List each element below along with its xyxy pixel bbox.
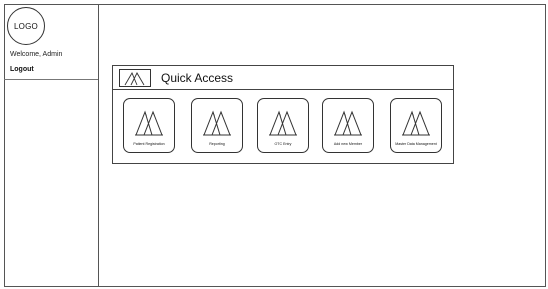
tile-add-new-member[interactable]: Add new Member — [322, 98, 374, 153]
image-placeholder-icon — [402, 110, 430, 136]
tile-label: Master Data Management — [395, 142, 437, 146]
quick-access-title: Quick Access — [161, 71, 234, 85]
tile-patient-registration[interactable]: Patient Registration — [123, 98, 175, 153]
image-placeholder-icon — [334, 110, 362, 136]
image-placeholder-icon — [135, 110, 163, 136]
logout-link[interactable]: Logout — [10, 66, 34, 73]
tile-label: Patient Registration — [133, 142, 165, 146]
logo: LOGO — [7, 7, 45, 45]
quick-access-panel: Quick Access Patient Registration Report… — [112, 65, 454, 164]
quick-access-header: Quick Access — [113, 66, 453, 90]
welcome-message: Welcome, Admin — [10, 51, 63, 58]
tile-label: Add new Member — [333, 142, 363, 146]
logo-text: LOGO — [14, 21, 38, 31]
image-placeholder-icon — [119, 69, 151, 87]
tile-reporting[interactable]: Reporting — [191, 98, 243, 153]
image-placeholder-icon — [203, 110, 231, 136]
image-placeholder-icon — [269, 110, 297, 136]
sidebar: LOGO Welcome, Admin Logout — [4, 4, 99, 287]
tile-otc-entry[interactable]: OTC Entry — [257, 98, 309, 153]
tile-label: Reporting — [209, 142, 225, 146]
tile-label: OTC Entry — [274, 142, 292, 146]
tile-master-data-management[interactable]: Master Data Management — [390, 98, 442, 153]
sidebar-divider — [4, 79, 98, 80]
